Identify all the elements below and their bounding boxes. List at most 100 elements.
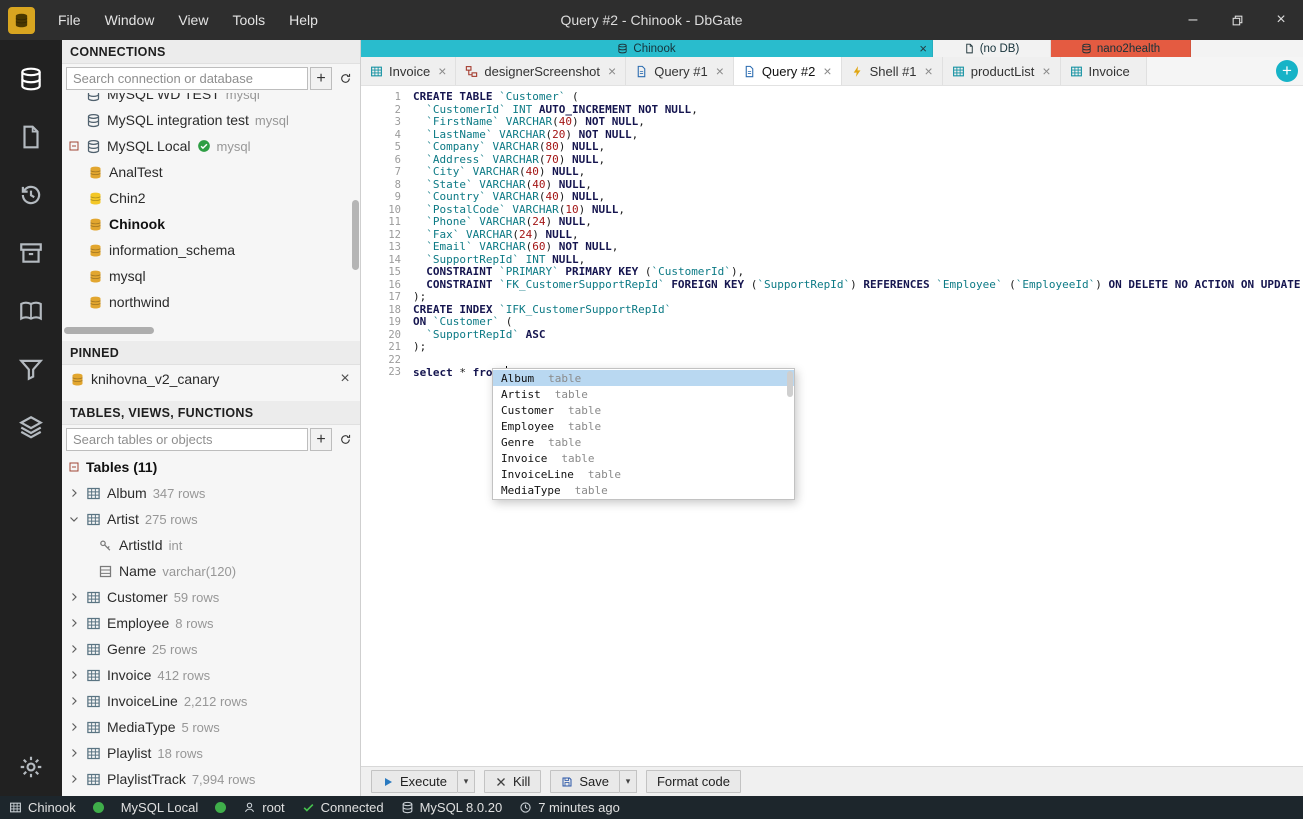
maximize-button[interactable] (1215, 0, 1259, 40)
database-item-analtest[interactable]: AnalTest (62, 159, 360, 185)
clock-icon (519, 801, 532, 814)
database-item-chinook[interactable]: Chinook (62, 211, 360, 237)
sidebar-history-button[interactable] (0, 166, 62, 224)
database-item-chin2[interactable]: Chin2 (62, 185, 360, 211)
tab-query-2[interactable]: Query #2 × (733, 57, 842, 85)
tab-invoice[interactable]: Invoice × (361, 57, 457, 85)
sidebar-archive-button[interactable] (0, 224, 62, 282)
database-item-mysql[interactable]: mysql (62, 263, 360, 289)
close-group-button[interactable]: × (919, 40, 927, 57)
line-number: 12 (388, 228, 401, 241)
format-code-button[interactable]: Format code (645, 770, 741, 793)
tab-group-no-db[interactable]: (no DB) (933, 40, 1051, 57)
chevron-right-icon (68, 591, 80, 603)
tables-tree: Tables (11) Album 347 rows Artist 275 rows Ar… (62, 454, 360, 796)
file-icon (18, 124, 44, 150)
database-item-northwind[interactable]: northwind (62, 289, 360, 315)
table-item-album[interactable]: Album 347 rows (62, 480, 360, 506)
column-item-artistid[interactable]: ArtistId int (62, 532, 360, 558)
chevron-right-icon (68, 773, 80, 785)
tab-designerscreenshot[interactable]: designerScreenshot × (456, 57, 627, 85)
menu-help[interactable]: Help (277, 0, 330, 40)
table-item-artist[interactable]: Artist 275 rows (62, 506, 360, 532)
save-button[interactable]: Save (550, 770, 620, 793)
execute-dropdown-button[interactable]: ▾ (457, 770, 475, 793)
tables-search-input[interactable] (66, 428, 308, 451)
autocomplete-scrollbar[interactable] (787, 371, 793, 397)
database-icon (1081, 43, 1092, 54)
execute-button[interactable]: Execute (371, 770, 458, 793)
sql-editor[interactable]: 1 CREATE TABLE `Customer` (2 `CustomerId`… (361, 86, 1303, 766)
sidebar-database-button[interactable] (0, 50, 62, 108)
table-item-employee[interactable]: Employee 8 rows (62, 610, 360, 636)
close-tab-button[interactable]: × (1042, 63, 1050, 79)
line-number: 15 (388, 266, 401, 278)
autocomplete-item-genre[interactable]: Genre table (493, 434, 794, 450)
close-button[interactable]: × (1259, 0, 1303, 40)
database-item-information-schema[interactable]: information_schema (62, 237, 360, 263)
menu-window[interactable]: Window (93, 0, 167, 40)
sidebar-filter-button[interactable] (0, 340, 62, 398)
table-item-invoiceline[interactable]: InvoiceLine 2,212 rows (62, 688, 360, 714)
tables-group-header[interactable]: Tables (11) (62, 454, 360, 480)
main-area: Chinook × (no DB) nano2health Invoice × desig… (361, 40, 1303, 796)
table-item-genre[interactable]: Genre 25 rows (62, 636, 360, 662)
book-icon (18, 298, 44, 324)
connections-vertical-scrollbar[interactable] (352, 200, 359, 270)
connection-item-mysql-integration-test[interactable]: MySQL integration test mysql (62, 107, 360, 133)
refresh-tables-button[interactable] (334, 428, 356, 451)
sidebar-file-button[interactable] (0, 108, 62, 166)
autocomplete-item-album[interactable]: Album table (493, 370, 794, 386)
unpin-button[interactable]: × (336, 370, 354, 388)
close-tab-button[interactable]: × (823, 63, 831, 79)
close-tab-button[interactable]: × (925, 63, 933, 79)
chevron-right-icon (68, 643, 80, 655)
close-tab-button[interactable]: × (438, 63, 446, 79)
table-item-invoice[interactable]: Invoice 412 rows (62, 662, 360, 688)
tab-shell-1[interactable]: Shell #1 × (841, 57, 943, 85)
add-object-button[interactable]: + (310, 428, 332, 451)
table-item-playlisttrack[interactable]: PlaylistTrack 7,994 rows (62, 766, 360, 792)
column-item-name[interactable]: Name varchar(120) (62, 558, 360, 584)
autocomplete-item-customer[interactable]: Customer table (493, 402, 794, 418)
close-tab-button[interactable]: × (608, 63, 616, 79)
kill-button[interactable]: Kill (483, 770, 542, 793)
settings-icon (18, 754, 44, 780)
line-number: 1 (394, 91, 401, 103)
tab-query-1[interactable]: Query #1 × (626, 57, 734, 85)
table-item-mediatype[interactable]: MediaType 5 rows (62, 714, 360, 740)
tab-group-nano2health[interactable]: nano2health (1051, 40, 1191, 57)
connections-search-input[interactable] (66, 67, 308, 90)
pinned-item-knihovna-v2-canary[interactable]: knihovna_v2_canary × (62, 365, 360, 393)
autocomplete-item-invoiceline[interactable]: InvoiceLine table (493, 466, 794, 482)
table-item-customer[interactable]: Customer 59 rows (62, 584, 360, 610)
database-icon (88, 295, 103, 310)
autocomplete-item-artist[interactable]: Artist table (493, 386, 794, 402)
minimize-button[interactable]: – (1171, 0, 1215, 40)
tab-productlist[interactable]: productList × (942, 57, 1061, 85)
connection-item-mysql-local[interactable]: MySQL Local mysql (62, 133, 360, 159)
autocomplete-item-mediatype[interactable]: MediaType table (493, 482, 794, 498)
new-tab-button[interactable]: + (1276, 60, 1298, 82)
meta: 59 rows (173, 589, 220, 605)
connections-horizontal-scrollbar[interactable] (64, 327, 154, 334)
sidebar-settings-button[interactable] (0, 738, 62, 796)
refresh-connections-button[interactable] (334, 67, 356, 90)
menu-view[interactable]: View (166, 0, 220, 40)
close-tab-button[interactable]: × (716, 63, 724, 79)
table-item-playlist[interactable]: Playlist 18 rows (62, 740, 360, 766)
sidebar-layers-button[interactable] (0, 398, 62, 456)
autocomplete-item-invoice[interactable]: Invoice table (493, 450, 794, 466)
kind: table (567, 419, 602, 433)
tab-group-chinook[interactable]: Chinook × (361, 40, 933, 57)
menu-tools[interactable]: Tools (220, 0, 277, 40)
code-line-21: 21); (361, 340, 1303, 354)
menu-file[interactable]: File (46, 0, 93, 40)
add-connection-button[interactable]: + (310, 67, 332, 90)
autocomplete-item-employee[interactable]: Employee table (493, 418, 794, 434)
connection-item-mysql-wd-test[interactable]: MySQL WD TEST mysql (62, 93, 360, 107)
save-dropdown-button[interactable]: ▾ (619, 770, 637, 793)
tab-invoice-2[interactable]: Invoice (1060, 57, 1147, 85)
sidebar-book-button[interactable] (0, 282, 62, 340)
pinned-header-label: PINNED (70, 345, 120, 360)
